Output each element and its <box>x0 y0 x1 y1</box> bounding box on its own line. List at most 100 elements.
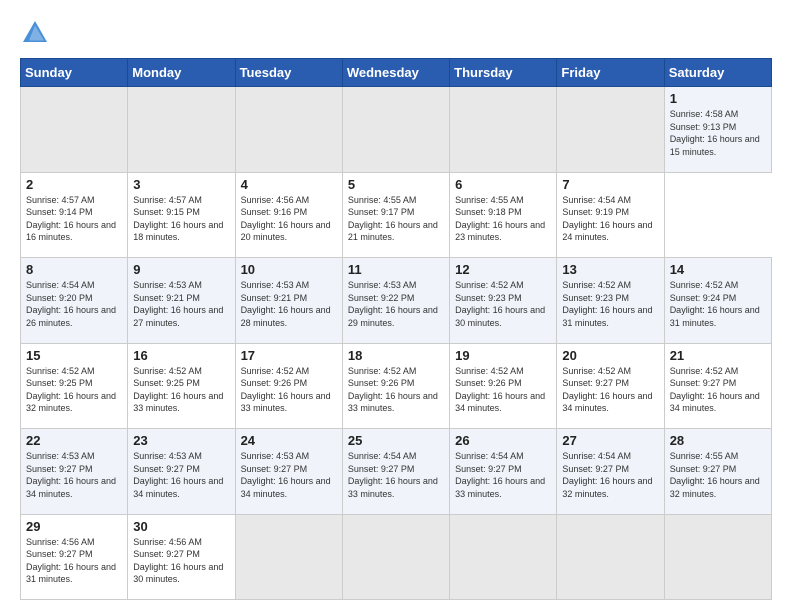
calendar-cell <box>235 514 342 600</box>
day-number: 15 <box>26 348 122 363</box>
calendar-cell: 18 Sunrise: 4:52 AMSunset: 9:26 PMDayligh… <box>342 343 449 429</box>
day-info: Sunrise: 4:52 AMSunset: 9:25 PMDaylight:… <box>26 365 122 415</box>
day-info: Sunrise: 4:53 AMSunset: 9:27 PMDaylight:… <box>26 450 122 500</box>
day-number: 18 <box>348 348 444 363</box>
day-info: Sunrise: 4:53 AMSunset: 9:22 PMDaylight:… <box>348 279 444 329</box>
day-info: Sunrise: 4:52 AMSunset: 9:27 PMDaylight:… <box>670 365 766 415</box>
calendar-cell: 29Sunrise: 4:56 AMSunset: 9:27 PMDayligh… <box>21 514 128 600</box>
calendar-cell: 4 Sunrise: 4:56 AMSunset: 9:16 PMDaylight… <box>235 172 342 258</box>
day-info: Sunrise: 4:54 AMSunset: 9:20 PMDaylight:… <box>26 279 122 329</box>
day-number: 20 <box>562 348 658 363</box>
day-number: 17 <box>241 348 337 363</box>
col-header-tuesday: Tuesday <box>235 59 342 87</box>
calendar-cell: 11 Sunrise: 4:53 AMSunset: 9:22 PMDayligh… <box>342 258 449 344</box>
day-info: Sunrise: 4:56 AMSunset: 9:16 PMDaylight:… <box>241 194 337 244</box>
day-info: Sunrise: 4:52 AMSunset: 9:24 PMDaylight:… <box>670 279 766 329</box>
calendar-week-4: 22 Sunrise: 4:53 AMSunset: 9:27 PMDayligh… <box>21 429 772 515</box>
page: SundayMondayTuesdayWednesdayThursdayFrid… <box>0 0 792 612</box>
day-info: Sunrise: 4:54 AMSunset: 9:27 PMDaylight:… <box>348 450 444 500</box>
day-info: Sunrise: 4:52 AMSunset: 9:26 PMDaylight:… <box>348 365 444 415</box>
col-header-wednesday: Wednesday <box>342 59 449 87</box>
col-header-sunday: Sunday <box>21 59 128 87</box>
day-info: Sunrise: 4:56 AMSunset: 9:27 PMDaylight:… <box>133 536 229 586</box>
header-row: SundayMondayTuesdayWednesdayThursdayFrid… <box>21 59 772 87</box>
calendar-week-1: 2 Sunrise: 4:57 AMSunset: 9:14 PMDaylight… <box>21 172 772 258</box>
calendar-cell: 27Sunrise: 4:54 AMSunset: 9:27 PMDayligh… <box>557 429 664 515</box>
day-number: 11 <box>348 262 444 277</box>
calendar-cell: 24 Sunrise: 4:53 AMSunset: 9:27 PMDayligh… <box>235 429 342 515</box>
calendar-cell: 21Sunrise: 4:52 AMSunset: 9:27 PMDayligh… <box>664 343 771 429</box>
calendar-cell: 20 Sunrise: 4:52 AMSunset: 9:27 PMDayligh… <box>557 343 664 429</box>
logo-icon <box>20 18 50 48</box>
day-info: Sunrise: 4:54 AMSunset: 9:27 PMDaylight:… <box>455 450 551 500</box>
day-number: 1 <box>670 91 766 106</box>
calendar-cell: 28Sunrise: 4:55 AMSunset: 9:27 PMDayligh… <box>664 429 771 515</box>
day-info: Sunrise: 4:52 AMSunset: 9:23 PMDaylight:… <box>455 279 551 329</box>
calendar-cell: 13 Sunrise: 4:52 AMSunset: 9:23 PMDayligh… <box>557 258 664 344</box>
day-number: 23 <box>133 433 229 448</box>
calendar-cell <box>235 87 342 173</box>
calendar-week-0: 1 Sunrise: 4:58 AMSunset: 9:13 PMDaylight… <box>21 87 772 173</box>
day-info: Sunrise: 4:56 AMSunset: 9:27 PMDaylight:… <box>26 536 122 586</box>
day-info: Sunrise: 4:55 AMSunset: 9:18 PMDaylight:… <box>455 194 551 244</box>
calendar-cell <box>128 87 235 173</box>
day-number: 10 <box>241 262 337 277</box>
calendar-cell: 5Sunrise: 4:55 AMSunset: 9:17 PMDaylight… <box>342 172 449 258</box>
day-number: 19 <box>455 348 551 363</box>
day-info: Sunrise: 4:55 AMSunset: 9:27 PMDaylight:… <box>670 450 766 500</box>
day-number: 24 <box>241 433 337 448</box>
calendar-cell <box>342 514 449 600</box>
day-info: Sunrise: 4:52 AMSunset: 9:23 PMDaylight:… <box>562 279 658 329</box>
calendar-cell: 12 Sunrise: 4:52 AMSunset: 9:23 PMDayligh… <box>450 258 557 344</box>
calendar-cell: 14 Sunrise: 4:52 AMSunset: 9:24 PMDayligh… <box>664 258 771 344</box>
calendar-cell <box>342 87 449 173</box>
calendar-cell: 7Sunrise: 4:54 AMSunset: 9:19 PMDaylight… <box>557 172 664 258</box>
day-info: Sunrise: 4:58 AMSunset: 9:13 PMDaylight:… <box>670 108 766 158</box>
day-info: Sunrise: 4:52 AMSunset: 9:26 PMDaylight:… <box>455 365 551 415</box>
calendar-cell: 6 Sunrise: 4:55 AMSunset: 9:18 PMDaylight… <box>450 172 557 258</box>
col-header-saturday: Saturday <box>664 59 771 87</box>
calendar-cell: 22 Sunrise: 4:53 AMSunset: 9:27 PMDayligh… <box>21 429 128 515</box>
day-number: 2 <box>26 177 122 192</box>
calendar-cell <box>450 514 557 600</box>
day-number: 9 <box>133 262 229 277</box>
day-info: Sunrise: 4:53 AMSunset: 9:27 PMDaylight:… <box>133 450 229 500</box>
day-number: 30 <box>133 519 229 534</box>
calendar-cell: 9Sunrise: 4:53 AMSunset: 9:21 PMDaylight… <box>128 258 235 344</box>
day-info: Sunrise: 4:53 AMSunset: 9:21 PMDaylight:… <box>241 279 337 329</box>
logo <box>20 18 54 48</box>
day-info: Sunrise: 4:52 AMSunset: 9:27 PMDaylight:… <box>562 365 658 415</box>
day-number: 14 <box>670 262 766 277</box>
calendar-cell: 10 Sunrise: 4:53 AMSunset: 9:21 PMDayligh… <box>235 258 342 344</box>
day-info: Sunrise: 4:52 AMSunset: 9:25 PMDaylight:… <box>133 365 229 415</box>
day-info: Sunrise: 4:55 AMSunset: 9:17 PMDaylight:… <box>348 194 444 244</box>
calendar-cell: 19 Sunrise: 4:52 AMSunset: 9:26 PMDayligh… <box>450 343 557 429</box>
calendar-cell: 30 Sunrise: 4:56 AMSunset: 9:27 PMDayligh… <box>128 514 235 600</box>
day-info: Sunrise: 4:57 AMSunset: 9:15 PMDaylight:… <box>133 194 229 244</box>
calendar-cell: 3 Sunrise: 4:57 AMSunset: 9:15 PMDaylight… <box>128 172 235 258</box>
day-number: 25 <box>348 433 444 448</box>
day-number: 13 <box>562 262 658 277</box>
day-number: 8 <box>26 262 122 277</box>
day-info: Sunrise: 4:54 AMSunset: 9:27 PMDaylight:… <box>562 450 658 500</box>
calendar-cell: 16 Sunrise: 4:52 AMSunset: 9:25 PMDayligh… <box>128 343 235 429</box>
day-number: 22 <box>26 433 122 448</box>
calendar-week-5: 29Sunrise: 4:56 AMSunset: 9:27 PMDayligh… <box>21 514 772 600</box>
calendar-cell: 25 Sunrise: 4:54 AMSunset: 9:27 PMDayligh… <box>342 429 449 515</box>
day-info: Sunrise: 4:57 AMSunset: 9:14 PMDaylight:… <box>26 194 122 244</box>
calendar-cell: 17 Sunrise: 4:52 AMSunset: 9:26 PMDayligh… <box>235 343 342 429</box>
day-number: 3 <box>133 177 229 192</box>
day-number: 4 <box>241 177 337 192</box>
day-info: Sunrise: 4:52 AMSunset: 9:26 PMDaylight:… <box>241 365 337 415</box>
calendar-cell: 26Sunrise: 4:54 AMSunset: 9:27 PMDayligh… <box>450 429 557 515</box>
calendar-cell: 1 Sunrise: 4:58 AMSunset: 9:13 PMDaylight… <box>664 87 771 173</box>
day-info: Sunrise: 4:53 AMSunset: 9:27 PMDaylight:… <box>241 450 337 500</box>
day-number: 7 <box>562 177 658 192</box>
calendar-cell: 15 Sunrise: 4:52 AMSunset: 9:25 PMDayligh… <box>21 343 128 429</box>
day-number: 12 <box>455 262 551 277</box>
calendar-cell <box>557 87 664 173</box>
calendar-table: SundayMondayTuesdayWednesdayThursdayFrid… <box>20 58 772 600</box>
calendar-cell: 8 Sunrise: 4:54 AMSunset: 9:20 PMDaylight… <box>21 258 128 344</box>
day-number: 16 <box>133 348 229 363</box>
day-number: 6 <box>455 177 551 192</box>
